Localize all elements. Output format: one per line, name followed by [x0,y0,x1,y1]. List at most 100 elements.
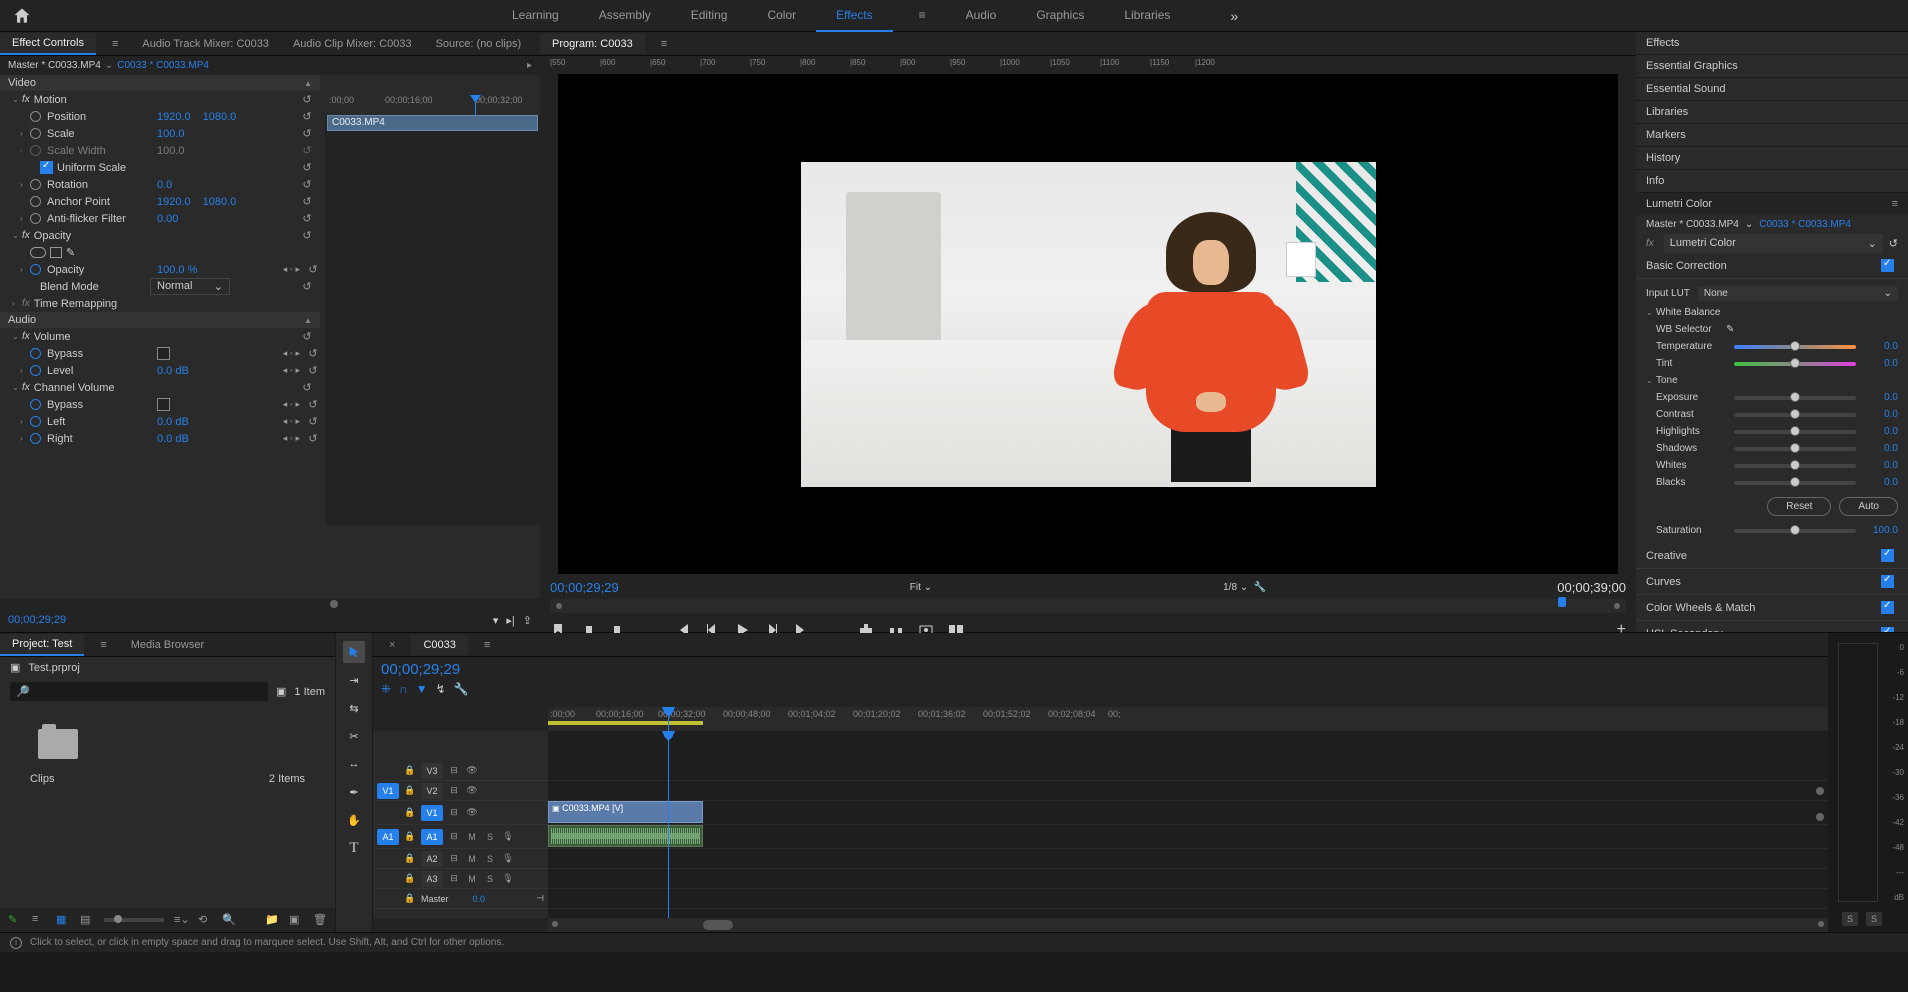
zoom-select[interactable]: Fit [910,582,921,593]
hscroll-thumb[interactable] [703,920,733,930]
curves-checkbox[interactable] [1881,575,1894,588]
lock-icon[interactable]: 🔒 [403,807,417,818]
timeline-timecode[interactable]: 00;00;29;29 [381,661,469,678]
mini-playhead[interactable] [475,95,476,115]
filter-bin-icon[interactable]: ▣ [276,685,286,698]
panel-menu-icon[interactable]: ≡ [649,34,679,54]
motion-label[interactable]: Motion [34,94,144,106]
mask-ellipse-icon[interactable] [30,247,46,258]
mute-icon[interactable]: M [465,874,479,884]
exposure-slider[interactable] [1734,396,1856,400]
stopwatch-active-icon[interactable] [30,264,41,275]
scrub-playhead[interactable] [1558,597,1566,607]
freeform-view-icon[interactable]: ▤ [80,913,94,927]
reset-icon[interactable]: ↺ [300,178,314,191]
stopwatch-active-icon[interactable] [30,416,41,427]
pen-tool-icon[interactable]: ✒ [343,781,365,803]
twirl-icon[interactable]: › [20,180,30,189]
track-a2[interactable]: A2 [421,851,443,867]
twirl-icon[interactable]: › [20,417,30,426]
stopwatch-icon[interactable] [30,111,41,122]
basic-correction-section[interactable]: Basic Correction [1646,260,1727,272]
panel-info[interactable]: Info [1636,170,1908,193]
panel-libraries[interactable]: Libraries [1636,101,1908,124]
filter-icon[interactable]: ▾ [493,614,499,627]
tab-source[interactable]: Source: (no clips) [424,34,534,54]
tab-sequence[interactable]: C0033 [411,635,467,655]
snap-icon[interactable]: ⁜ [381,682,391,696]
chevron-down-icon[interactable]: ⌄ [105,60,113,71]
collapse-icon[interactable]: ▲ [304,79,312,88]
collapse-icon[interactable]: ▲ [304,316,312,325]
lock-icon[interactable]: 🔒 [403,785,417,796]
level-value[interactable]: 0.0 dB [157,365,189,377]
lock-icon[interactable]: 🔒 [403,893,417,904]
ec-sequence-link[interactable]: C0033 * C0033.MP4 [117,60,209,71]
twirl-icon[interactable]: ⌄ [1646,376,1656,385]
blend-mode-select[interactable]: Normal⌄ [150,278,230,295]
reset-icon[interactable]: ↺ [300,161,314,174]
panel-menu-icon[interactable]: ≡ [88,635,118,655]
tab-media-browser[interactable]: Media Browser [119,635,216,655]
contrast-slider[interactable] [1734,413,1856,417]
workspace-overflow-icon[interactable]: » [1230,8,1238,24]
play-icon[interactable]: ▸ [527,60,532,71]
blacks-value[interactable]: 0.0 [1864,477,1898,488]
reset-icon[interactable]: ↺ [300,127,314,140]
solo-right[interactable]: S [1866,912,1882,926]
highlights-slider[interactable] [1734,430,1856,434]
creative-section[interactable]: Creative [1646,550,1687,562]
selection-tool-icon[interactable] [343,641,365,663]
linked-selection-icon[interactable]: ∩ [399,682,408,696]
razor-tool-icon[interactable]: ✂ [343,725,365,747]
source-a1[interactable]: A1 [377,829,399,845]
tab-audio-track-mixer[interactable]: Audio Track Mixer: C0033 [130,34,281,54]
stopwatch-icon[interactable] [30,213,41,224]
panel-menu-icon[interactable]: ≡ [472,635,502,655]
find-icon[interactable]: 🔍 [222,913,236,927]
bypass-checkbox[interactable] [157,347,170,360]
solo-left[interactable]: S [1842,912,1858,926]
twirl-icon[interactable]: ⌄ [12,383,22,392]
reset-icon[interactable]: ↺ [306,432,320,445]
keyframe-nav[interactable]: ◂ ◦ ▸ [283,348,300,359]
twirl-icon[interactable]: › [20,129,30,138]
ec-mini-timeline[interactable]: :00;00 00;00;16;00 00;00;32;00 C0033.MP4 [325,95,540,525]
type-tool-icon[interactable]: T [343,837,365,859]
program-tc-in[interactable]: 00;00;29;29 [550,580,619,595]
video-monitor[interactable] [558,74,1618,574]
mute-icon[interactable]: M [465,832,479,842]
track-content-area[interactable]: ▣ C0033.MP4 [V] [548,731,1828,918]
anchor-x[interactable]: 1920.0 [157,196,191,208]
ws-effects-menu-icon[interactable]: ≡ [899,0,946,32]
hscroll-thumb[interactable] [330,600,338,608]
lock-icon[interactable]: 🔒 [403,873,417,884]
track-a1[interactable]: A1 [421,829,443,845]
project-search[interactable]: 🔎 [10,682,268,701]
trash-icon[interactable]: 🗑 [313,913,327,927]
ws-effects[interactable]: Effects [816,0,892,32]
opacity-value[interactable]: 100.0 % [157,264,197,276]
reset-icon[interactable]: ↺ [306,364,320,377]
exposure-value[interactable]: 0.0 [1864,392,1898,403]
toggle-output-icon[interactable]: 👁 [465,785,479,796]
list-view-icon[interactable]: ≡ [32,913,46,927]
reset-icon[interactable]: ↺ [300,381,314,394]
left-value[interactable]: 0.0 dB [157,416,189,428]
reset-icon[interactable]: ↺ [306,415,320,428]
reset-icon[interactable]: ↺ [300,195,314,208]
twirl-icon[interactable]: › [12,299,22,308]
zoom-slider[interactable] [104,918,164,922]
track-v1[interactable]: V1 [421,805,443,821]
bin-area[interactable]: Clips2 Items [0,705,335,908]
twirl-icon[interactable]: ⌄ [12,231,22,240]
ws-libraries[interactable]: Libraries [1104,0,1190,32]
mute-icon[interactable]: M [465,854,479,864]
panel-essential-graphics[interactable]: Essential Graphics [1636,55,1908,78]
collapse-icon[interactable]: ⊣ [536,893,544,904]
right-value[interactable]: 0.0 dB [157,433,189,445]
panel-lumetri[interactable]: Lumetri Color [1646,198,1712,210]
solo-icon[interactable]: S [483,854,497,864]
reset-icon[interactable]: ↺ [1889,237,1898,250]
cwm-checkbox[interactable] [1881,601,1894,614]
